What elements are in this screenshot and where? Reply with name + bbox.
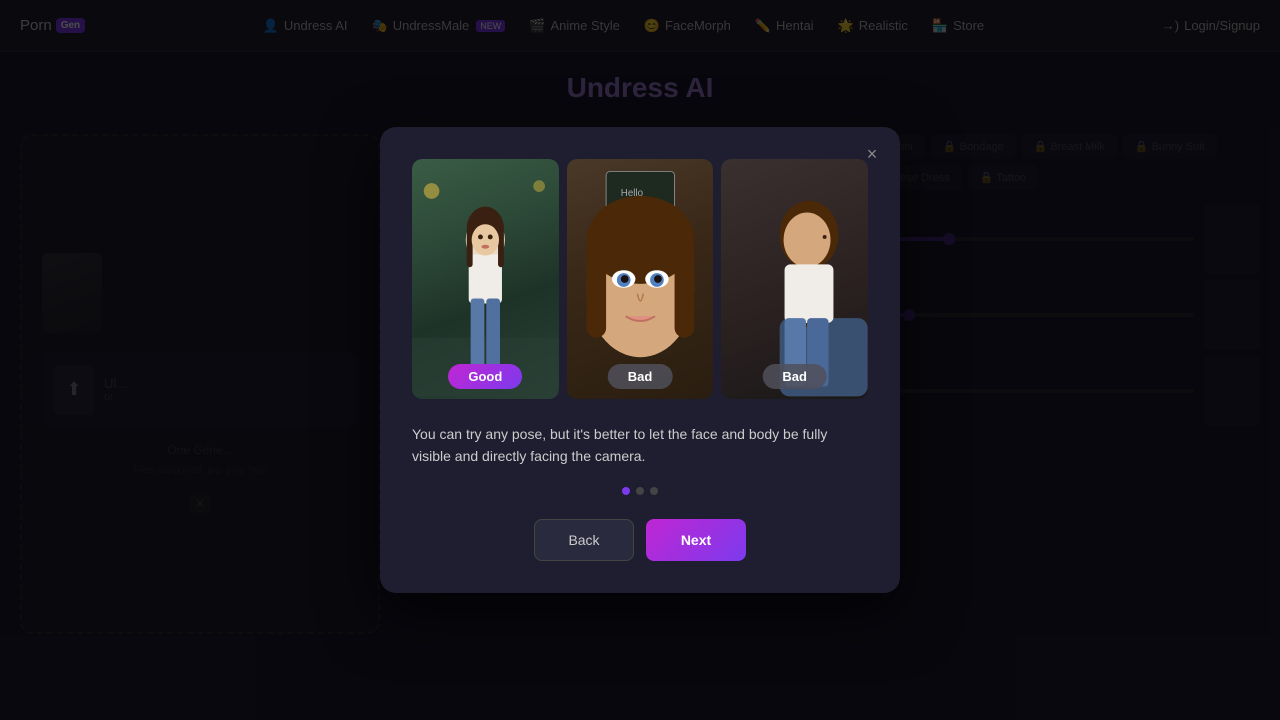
modal-image-bad2: Bad bbox=[721, 159, 868, 399]
dot-2 bbox=[636, 487, 644, 495]
modal: × bbox=[380, 127, 900, 594]
dot-1 bbox=[622, 487, 630, 495]
modal-description: You can try any pose, but it's better to… bbox=[412, 423, 868, 468]
good-image-svg bbox=[412, 159, 559, 399]
image-label-bad1: Bad bbox=[608, 364, 673, 389]
image-label-good: Good bbox=[448, 364, 522, 389]
bad2-image-svg bbox=[721, 159, 868, 399]
bad1-image-svg: Hello HAI bbox=[567, 159, 714, 399]
next-button[interactable]: Next bbox=[646, 519, 746, 561]
dot-3 bbox=[650, 487, 658, 495]
modal-buttons: Back Next bbox=[412, 519, 868, 561]
back-button[interactable]: Back bbox=[534, 519, 634, 561]
image-label-bad2: Bad bbox=[762, 364, 827, 389]
modal-dots bbox=[412, 487, 868, 495]
modal-images-row: Good Hello HAI bbox=[412, 159, 868, 399]
modal-image-bad1: Hello HAI bbox=[567, 159, 714, 399]
modal-image-good: Good bbox=[412, 159, 559, 399]
modal-overlay: × bbox=[0, 0, 1280, 720]
